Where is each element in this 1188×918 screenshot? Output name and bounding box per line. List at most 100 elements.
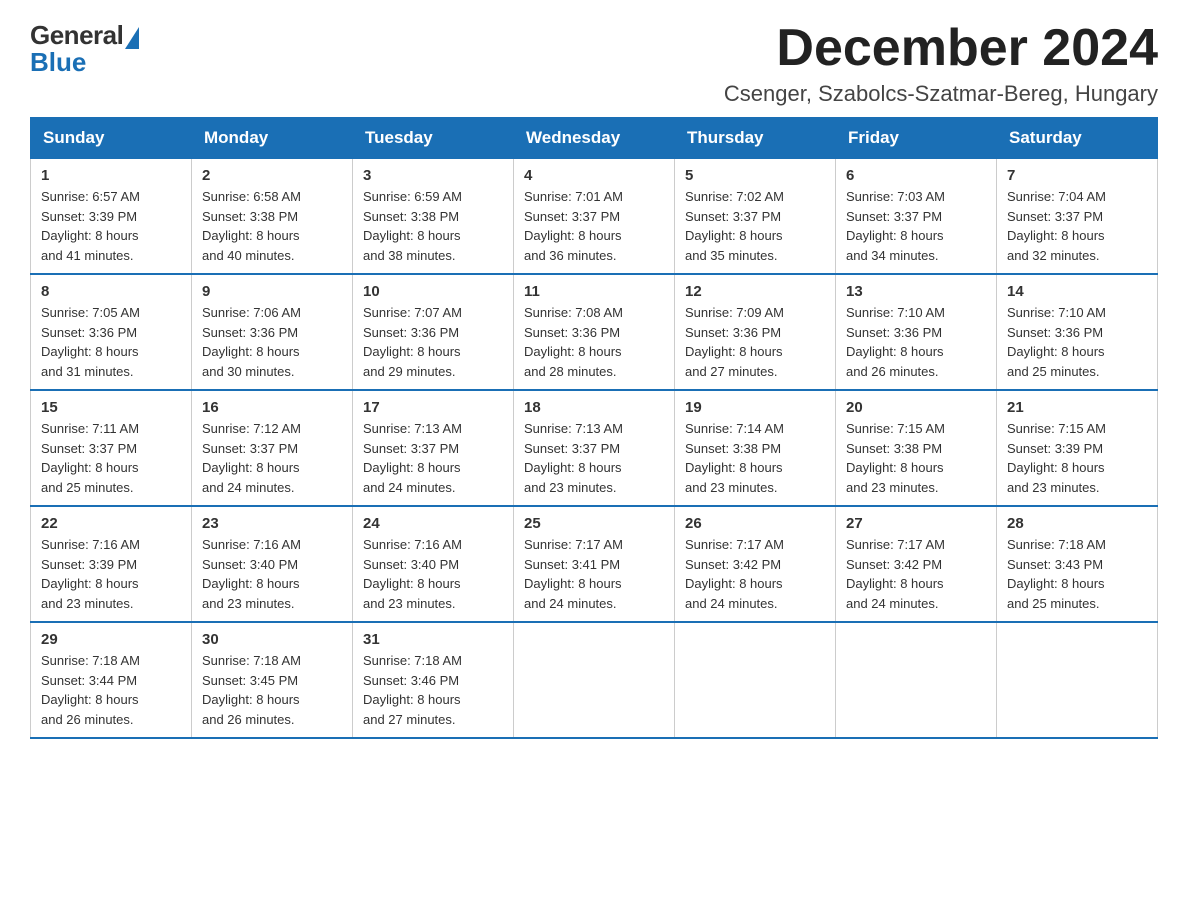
calendar-day-cell: 13 Sunrise: 7:10 AMSunset: 3:36 PMDayligh…	[836, 274, 997, 390]
day-number: 31	[363, 631, 503, 648]
day-number: 24	[363, 515, 503, 532]
day-of-week-header: Thursday	[675, 118, 836, 159]
calendar-day-cell: 8 Sunrise: 7:05 AMSunset: 3:36 PMDaylight…	[31, 274, 192, 390]
calendar-week-row: 1 Sunrise: 6:57 AMSunset: 3:39 PMDaylight…	[31, 159, 1158, 275]
calendar-day-cell: 28 Sunrise: 7:18 AMSunset: 3:43 PMDayligh…	[997, 506, 1158, 622]
day-info: Sunrise: 7:16 AMSunset: 3:40 PMDaylight:…	[202, 535, 342, 613]
day-info: Sunrise: 7:16 AMSunset: 3:40 PMDaylight:…	[363, 535, 503, 613]
day-info: Sunrise: 7:12 AMSunset: 3:37 PMDaylight:…	[202, 419, 342, 497]
day-info: Sunrise: 6:59 AMSunset: 3:38 PMDaylight:…	[363, 187, 503, 265]
day-number: 29	[41, 631, 181, 648]
day-info: Sunrise: 7:04 AMSunset: 3:37 PMDaylight:…	[1007, 187, 1147, 265]
day-of-week-header: Wednesday	[514, 118, 675, 159]
calendar-day-cell: 15Sunrise: 7:11 AMSunset: 3:37 PMDayligh…	[31, 390, 192, 506]
day-info: Sunrise: 7:10 AMSunset: 3:36 PMDaylight:…	[846, 303, 986, 381]
day-number: 3	[363, 167, 503, 184]
calendar-day-cell: 30Sunrise: 7:18 AMSunset: 3:45 PMDayligh…	[192, 622, 353, 738]
calendar-day-cell: 2 Sunrise: 6:58 AMSunset: 3:38 PMDaylight…	[192, 159, 353, 275]
day-number: 25	[524, 515, 664, 532]
calendar-week-row: 15Sunrise: 7:11 AMSunset: 3:37 PMDayligh…	[31, 390, 1158, 506]
calendar-table: SundayMondayTuesdayWednesdayThursdayFrid…	[30, 117, 1158, 739]
calendar-day-cell: 14Sunrise: 7:10 AMSunset: 3:36 PMDayligh…	[997, 274, 1158, 390]
day-info: Sunrise: 7:07 AMSunset: 3:36 PMDaylight:…	[363, 303, 503, 381]
title-section: December 2024 Csenger, Szabolcs-Szatmar-…	[724, 20, 1158, 107]
day-of-week-header: Friday	[836, 118, 997, 159]
day-info: Sunrise: 7:14 AMSunset: 3:38 PMDaylight:…	[685, 419, 825, 497]
day-number: 4	[524, 167, 664, 184]
calendar-day-cell: 20 Sunrise: 7:15 AMSunset: 3:38 PMDayligh…	[836, 390, 997, 506]
day-number: 28	[1007, 515, 1147, 532]
calendar-week-row: 29 Sunrise: 7:18 AMSunset: 3:44 PMDayligh…	[31, 622, 1158, 738]
calendar-day-cell: 27Sunrise: 7:17 AMSunset: 3:42 PMDayligh…	[836, 506, 997, 622]
day-info: Sunrise: 7:09 AMSunset: 3:36 PMDaylight:…	[685, 303, 825, 381]
day-info: Sunrise: 7:08 AMSunset: 3:36 PMDaylight:…	[524, 303, 664, 381]
day-number: 23	[202, 515, 342, 532]
day-number: 10	[363, 283, 503, 300]
calendar-day-cell: 17Sunrise: 7:13 AMSunset: 3:37 PMDayligh…	[353, 390, 514, 506]
day-info: Sunrise: 7:16 AMSunset: 3:39 PMDaylight:…	[41, 535, 181, 613]
calendar-day-cell: 4Sunrise: 7:01 AMSunset: 3:37 PMDaylight…	[514, 159, 675, 275]
calendar-header-row: SundayMondayTuesdayWednesdayThursdayFrid…	[31, 118, 1158, 159]
day-info: Sunrise: 7:18 AMSunset: 3:43 PMDaylight:…	[1007, 535, 1147, 613]
calendar-day-cell: 31 Sunrise: 7:18 AMSunset: 3:46 PMDayligh…	[353, 622, 514, 738]
day-info: Sunrise: 7:17 AMSunset: 3:42 PMDaylight:…	[846, 535, 986, 613]
day-info: Sunrise: 7:18 AMSunset: 3:45 PMDaylight:…	[202, 651, 342, 729]
calendar-day-cell: 16 Sunrise: 7:12 AMSunset: 3:37 PMDayligh…	[192, 390, 353, 506]
calendar-day-cell: 21 Sunrise: 7:15 AMSunset: 3:39 PMDayligh…	[997, 390, 1158, 506]
day-number: 17	[363, 399, 503, 416]
month-title: December 2024	[724, 20, 1158, 77]
calendar-day-cell	[836, 622, 997, 738]
calendar-day-cell	[675, 622, 836, 738]
day-number: 15	[41, 399, 181, 416]
day-number: 8	[41, 283, 181, 300]
day-info: Sunrise: 7:15 AMSunset: 3:38 PMDaylight:…	[846, 419, 986, 497]
calendar-day-cell: 26 Sunrise: 7:17 AMSunset: 3:42 PMDayligh…	[675, 506, 836, 622]
day-info: Sunrise: 7:10 AMSunset: 3:36 PMDaylight:…	[1007, 303, 1147, 381]
day-info: Sunrise: 7:15 AMSunset: 3:39 PMDaylight:…	[1007, 419, 1147, 497]
day-number: 13	[846, 283, 986, 300]
calendar-day-cell: 5 Sunrise: 7:02 AMSunset: 3:37 PMDaylight…	[675, 159, 836, 275]
day-info: Sunrise: 7:13 AMSunset: 3:37 PMDaylight:…	[524, 419, 664, 497]
calendar-day-cell: 23 Sunrise: 7:16 AMSunset: 3:40 PMDayligh…	[192, 506, 353, 622]
day-of-week-header: Tuesday	[353, 118, 514, 159]
day-info: Sunrise: 7:18 AMSunset: 3:46 PMDaylight:…	[363, 651, 503, 729]
day-info: Sunrise: 7:05 AMSunset: 3:36 PMDaylight:…	[41, 303, 181, 381]
calendar-day-cell: 11 Sunrise: 7:08 AMSunset: 3:36 PMDayligh…	[514, 274, 675, 390]
day-number: 18	[524, 399, 664, 416]
day-number: 5	[685, 167, 825, 184]
day-number: 7	[1007, 167, 1147, 184]
location: Csenger, Szabolcs-Szatmar-Bereg, Hungary	[724, 81, 1158, 107]
day-number: 22	[41, 515, 181, 532]
logo: General Blue	[30, 20, 139, 78]
day-info: Sunrise: 7:17 AMSunset: 3:42 PMDaylight:…	[685, 535, 825, 613]
calendar-day-cell: 25 Sunrise: 7:17 AMSunset: 3:41 PMDayligh…	[514, 506, 675, 622]
calendar-day-cell: 9Sunrise: 7:06 AMSunset: 3:36 PMDaylight…	[192, 274, 353, 390]
day-info: Sunrise: 7:18 AMSunset: 3:44 PMDaylight:…	[41, 651, 181, 729]
day-info: Sunrise: 6:57 AMSunset: 3:39 PMDaylight:…	[41, 187, 181, 265]
day-info: Sunrise: 7:02 AMSunset: 3:37 PMDaylight:…	[685, 187, 825, 265]
calendar-day-cell	[514, 622, 675, 738]
logo-blue-text: Blue	[30, 47, 86, 78]
calendar-day-cell: 3 Sunrise: 6:59 AMSunset: 3:38 PMDaylight…	[353, 159, 514, 275]
day-number: 2	[202, 167, 342, 184]
day-number: 20	[846, 399, 986, 416]
calendar-day-cell: 1 Sunrise: 6:57 AMSunset: 3:39 PMDaylight…	[31, 159, 192, 275]
calendar-day-cell: 12 Sunrise: 7:09 AMSunset: 3:36 PMDayligh…	[675, 274, 836, 390]
day-of-week-header: Sunday	[31, 118, 192, 159]
calendar-day-cell	[997, 622, 1158, 738]
day-number: 21	[1007, 399, 1147, 416]
day-info: Sunrise: 7:17 AMSunset: 3:41 PMDaylight:…	[524, 535, 664, 613]
calendar-day-cell: 29 Sunrise: 7:18 AMSunset: 3:44 PMDayligh…	[31, 622, 192, 738]
day-number: 16	[202, 399, 342, 416]
day-of-week-header: Monday	[192, 118, 353, 159]
logo-triangle-icon	[125, 27, 139, 49]
day-number: 1	[41, 167, 181, 184]
day-number: 11	[524, 283, 664, 300]
calendar-day-cell: 18 Sunrise: 7:13 AMSunset: 3:37 PMDayligh…	[514, 390, 675, 506]
day-number: 26	[685, 515, 825, 532]
calendar-day-cell: 19Sunrise: 7:14 AMSunset: 3:38 PMDayligh…	[675, 390, 836, 506]
day-number: 12	[685, 283, 825, 300]
day-number: 9	[202, 283, 342, 300]
day-info: Sunrise: 6:58 AMSunset: 3:38 PMDaylight:…	[202, 187, 342, 265]
page-header: General Blue December 2024 Csenger, Szab…	[30, 20, 1158, 107]
